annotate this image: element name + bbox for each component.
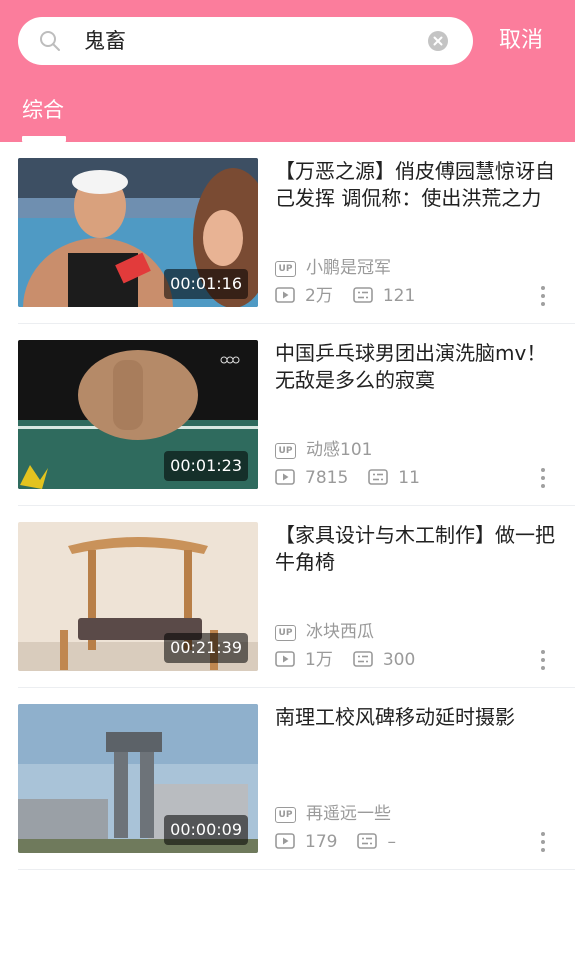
clear-icon[interactable] [428,31,448,51]
danmaku-icon [357,833,378,849]
duration-badge: 00:00:09 [164,815,248,845]
uploader-row: UP 动感101 [275,438,372,462]
duration-badge: 00:01:23 [164,451,248,481]
duration-badge: 00:01:16 [164,269,248,299]
list-item[interactable]: 00:01:16 【万恶之源】俏皮傅园慧惊讶自己发挥 调侃称：使出洪荒之力 UP… [18,142,575,324]
duration-badge: 00:21:39 [164,633,248,663]
more-options-icon[interactable] [538,648,548,672]
uploader-name[interactable]: 冰块西瓜 [306,622,374,642]
uploader-row: UP 小鹏是冠军 [275,256,391,280]
more-options-icon[interactable] [538,466,548,490]
video-title[interactable]: 中国乒乓球男团出演洗脑mv！无敌是多么的寂寞 [275,340,555,394]
uploader-row: UP 再遥远一些 [275,802,391,826]
uploader-name[interactable]: 小鹏是冠军 [306,258,391,278]
danmaku-count: 300 [382,650,416,670]
more-options-icon[interactable] [538,284,548,308]
play-count-icon [275,469,295,485]
stats-row: 179 – [275,830,396,854]
more-options-icon[interactable] [538,830,548,854]
video-list: 00:01:16 【万恶之源】俏皮傅园慧惊讶自己发挥 调侃称：使出洪荒之力 UP… [0,142,575,870]
video-thumbnail[interactable]: 00:00:09 [18,704,258,853]
danmaku-count: 11 [398,468,420,488]
up-icon: UP [275,625,296,641]
search-bar[interactable]: 鬼畜 [18,17,473,65]
stats-row: 7815 11 [275,466,420,490]
search-icon [40,31,60,51]
video-title[interactable]: 南理工校风碑移动延时摄影 [275,704,555,731]
list-item[interactable]: 00:21:39 【家具设计与木工制作】做一把牛角椅 UP 冰块西瓜 1万 300 [18,506,575,688]
stats-row: 1万 300 [275,648,415,672]
list-item[interactable]: 00:00:09 南理工校风碑移动延时摄影 UP 再遥远一些 179 – [18,688,575,870]
danmaku-count: 121 [382,286,416,306]
play-count-icon [275,833,295,849]
danmaku-icon [353,651,373,667]
video-title[interactable]: 【万恶之源】俏皮傅园慧惊讶自己发挥 调侃称：使出洪荒之力 [275,158,555,212]
play-count: 1万 [305,650,333,670]
video-thumbnail[interactable]: 00:21:39 [18,522,258,671]
danmaku-count: – [387,832,396,852]
video-thumbnail[interactable]: 00:01:23 [18,340,258,489]
video-title[interactable]: 【家具设计与木工制作】做一把牛角椅 [275,522,555,576]
play-count-icon [275,651,295,667]
stats-row: 2万 121 [275,284,415,308]
up-icon: UP [275,807,296,823]
cancel-button[interactable]: 取消 [499,24,543,58]
play-count: 7815 [305,468,349,488]
danmaku-icon [353,287,373,303]
danmaku-icon [368,469,389,485]
uploader-name[interactable]: 动感101 [306,440,372,460]
play-count-icon [275,287,295,303]
play-count: 2万 [305,286,333,306]
up-icon: UP [275,443,296,459]
uploader-name[interactable]: 再遥远一些 [306,804,391,824]
video-thumbnail[interactable]: 00:01:16 [18,158,258,307]
uploader-row: UP 冰块西瓜 [275,620,374,644]
play-count: 179 [305,832,338,852]
search-header: 鬼畜 取消 综合 [0,0,575,142]
list-item[interactable]: 00:01:23 中国乒乓球男团出演洗脑mv！无敌是多么的寂寞 UP 动感101 … [18,324,575,506]
up-icon: UP [275,261,296,277]
search-input[interactable]: 鬼畜 [84,17,424,65]
tab-comprehensive[interactable]: 综合 [22,93,64,127]
